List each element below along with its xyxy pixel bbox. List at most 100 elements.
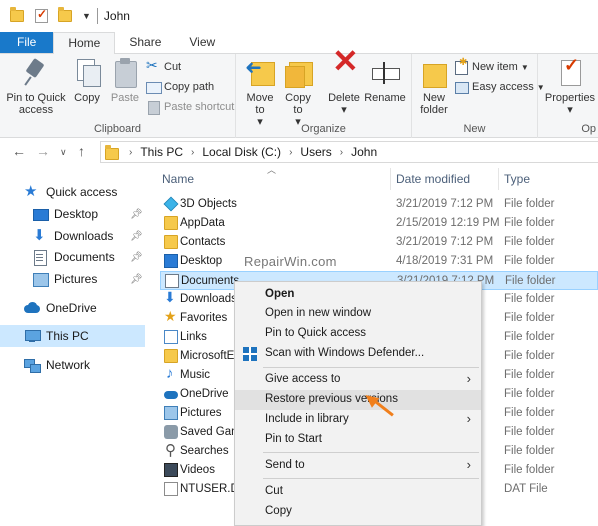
column-header-name[interactable]: Name [162, 172, 194, 186]
column-divider[interactable] [498, 168, 499, 190]
table-row[interactable]: Desktop 4/18/2019 7:31 PM File folder [160, 252, 598, 271]
chevron-right-icon[interactable]: › [340, 147, 343, 158]
column-header-type[interactable]: Type [504, 172, 530, 186]
chevron-down-icon[interactable]: ▼ [82, 11, 91, 21]
tab-share[interactable]: Share [115, 32, 175, 53]
3d-objects-icon [163, 196, 179, 212]
menu-item-give-access[interactable]: Give access to › [235, 370, 481, 390]
menu-item-restore-previous-versions[interactable]: Restore previous versions [235, 390, 481, 410]
table-row[interactable]: AppData 2/15/2019 12:19 PM File folder [160, 214, 598, 233]
chevron-right-icon[interactable]: › [129, 147, 132, 158]
move-to-label: Move to [246, 92, 274, 116]
easy-access-icon [454, 80, 469, 94]
copy-to-icon [283, 58, 313, 88]
file-type: File folder [504, 464, 555, 476]
nav-downloads[interactable]: Downloads [32, 226, 114, 244]
breadcrumb-this-pc[interactable]: This PC [140, 145, 183, 159]
menu-separator [263, 367, 479, 368]
menu-item-cut[interactable]: Cut [235, 482, 481, 502]
pin-to-quick-access-button[interactable]: Pin to Quick access [6, 58, 66, 116]
new-folder-quick-icon[interactable] [58, 7, 74, 24]
new-item-button[interactable]: New item ▼ [454, 57, 529, 75]
file-type: File folder [504, 388, 555, 400]
properties-label: Properties [544, 92, 596, 104]
paste-shortcut-label: Paste shortcut [164, 101, 235, 113]
nav-quick-access[interactable]: Quick access [24, 182, 117, 200]
chevron-right-icon[interactable]: › [289, 147, 292, 158]
forward-arrow-icon[interactable]: → [36, 143, 50, 159]
copy-to-button[interactable]: Copy to ▾ [280, 58, 316, 128]
clipboard-group-label: Clipboard [93, 123, 142, 135]
file-name: Favorites [180, 312, 228, 324]
tab-file[interactable]: File [0, 32, 54, 53]
folder-icon [105, 145, 121, 160]
delete-button[interactable]: Delete ▾ [324, 55, 364, 116]
menu-item-open[interactable]: Open [235, 285, 481, 305]
pin-icon [21, 58, 51, 88]
document-icon [165, 274, 179, 288]
nav-network[interactable]: Network [24, 357, 90, 373]
star-icon [24, 182, 40, 200]
pin-label: Pin to Quick access [6, 92, 66, 116]
properties-quick-icon[interactable] [34, 7, 50, 24]
up-arrow-icon[interactable]: ↑ [78, 143, 85, 159]
chevron-down-icon: ▾ [341, 104, 347, 116]
properties-icon [555, 58, 585, 88]
rename-label: Rename [364, 92, 406, 104]
tab-view[interactable]: View [175, 32, 229, 53]
nav-label: This PC [46, 329, 89, 343]
nav-this-pc[interactable]: This PC [0, 325, 145, 347]
table-row[interactable]: Contacts 3/21/2019 7:12 PM File folder [160, 233, 598, 252]
onedrive-icon [164, 391, 178, 399]
copy-button[interactable]: Copy [70, 58, 104, 104]
file-name: Contacts [180, 236, 226, 248]
menu-label: Open [265, 288, 295, 300]
chevron-right-icon: › [466, 411, 471, 426]
file-name: MicrosoftEd [180, 350, 241, 362]
file-name: Saved Gam [180, 426, 241, 438]
nav-desktop[interactable]: Desktop [32, 206, 98, 222]
onedrive-icon [24, 300, 40, 316]
back-arrow-icon[interactable]: ← [12, 143, 26, 159]
menu-label: Pin to Start [265, 433, 322, 445]
new-folder-icon [419, 58, 449, 88]
file-name: AppData [180, 217, 225, 229]
file-type: File folder [504, 426, 555, 438]
sort-ascending-icon: ︿ [267, 165, 277, 175]
cut-button[interactable]: Cut [146, 57, 181, 74]
menu-item-open-new-window[interactable]: Open in new window [235, 304, 481, 324]
file-name: 3D Objects [180, 198, 237, 210]
menu-item-copy[interactable]: Copy [235, 502, 481, 522]
breadcrumb-john[interactable]: John [351, 145, 377, 159]
nav-label: Downloads [54, 229, 114, 243]
chevron-right-icon[interactable]: › [191, 147, 194, 158]
recent-locations-icon[interactable]: ∨ [60, 147, 67, 158]
nav-onedrive[interactable]: OneDrive [24, 300, 97, 316]
menu-item-send-to[interactable]: Send to › [235, 456, 481, 476]
address-bar[interactable]: › This PC › Local Disk (C:) › Users › Jo… [100, 141, 598, 163]
tab-home[interactable]: Home [53, 32, 116, 55]
menu-item-pin-to-start[interactable]: Pin to Start [235, 430, 481, 450]
column-divider[interactable] [390, 168, 391, 190]
menu-separator [263, 478, 479, 479]
nav-documents[interactable]: Documents [32, 249, 115, 266]
file-type: File folder [504, 331, 555, 343]
paste-shortcut-button[interactable]: Paste shortcut [146, 100, 235, 115]
nav-pictures[interactable]: Pictures [32, 271, 97, 287]
menu-item-pin-quick-access[interactable]: Pin to Quick access [235, 324, 481, 344]
file-name: Links [180, 331, 207, 343]
move-to-button[interactable]: Move to ▾ [242, 58, 278, 128]
new-folder-button[interactable]: New folder [416, 58, 452, 116]
table-row[interactable]: 3D Objects 3/21/2019 7:12 PM File folder [160, 195, 598, 214]
copy-path-button[interactable]: Copy path [146, 80, 214, 94]
easy-access-button[interactable]: Easy access ▼ [454, 80, 545, 94]
file-date: 2/15/2019 12:19 PM [396, 217, 500, 229]
menu-item-include-library[interactable]: Include in library › [235, 410, 481, 430]
menu-item-scan-defender[interactable]: Scan with Windows Defender... [235, 344, 481, 364]
rename-button[interactable]: Rename [364, 58, 406, 104]
breadcrumb-local-disk[interactable]: Local Disk (C:) [202, 145, 281, 159]
paste-button[interactable]: Paste [108, 58, 142, 104]
column-header-date[interactable]: Date modified [396, 172, 470, 186]
breadcrumb-users[interactable]: Users [300, 145, 331, 159]
properties-button[interactable]: Properties ▾ [544, 58, 596, 116]
